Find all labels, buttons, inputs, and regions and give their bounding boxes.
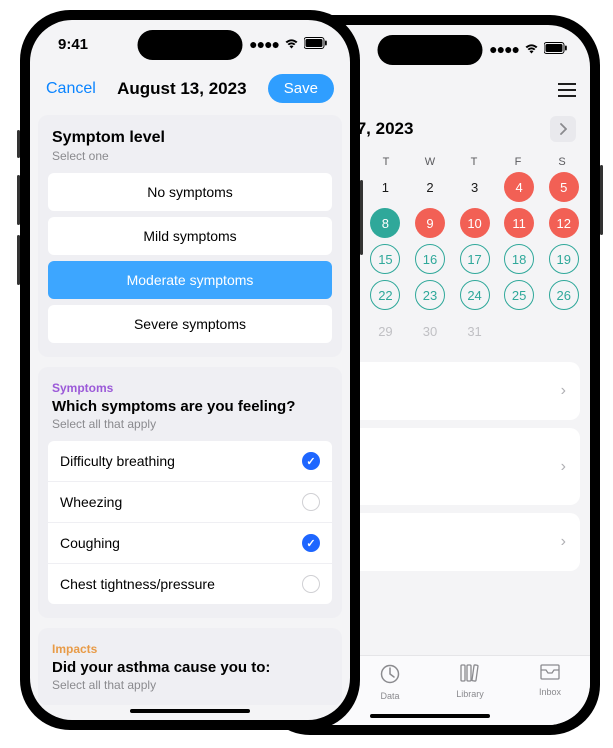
chevron-right-icon: › <box>561 458 566 476</box>
checkbox-icon <box>302 575 320 593</box>
calendar-day[interactable]: 12 <box>549 208 579 238</box>
calendar-day[interactable]: 24 <box>460 280 490 310</box>
save-button[interactable]: Save <box>268 74 334 103</box>
calendar-day[interactable]: 9 <box>415 208 445 238</box>
tab-label: Inbox <box>539 687 561 697</box>
card-title: Symptom level <box>48 129 332 147</box>
dow-label: S <box>540 156 584 168</box>
dow-label: T <box>364 156 408 168</box>
inbox-icon <box>540 664 560 685</box>
calendar-day[interactable]: 3 <box>460 172 490 202</box>
wifi-icon <box>524 41 539 58</box>
symptom-label: Wheezing <box>60 494 122 510</box>
symptom-level-option[interactable]: Mild symptoms <box>48 217 332 255</box>
calendar-day[interactable]: 23 <box>415 280 445 310</box>
header: Cancel August 13, 2023 Save <box>30 68 350 115</box>
calendar-day[interactable]: 25 <box>504 280 534 310</box>
symptom-level-option[interactable]: No symptoms <box>48 173 332 211</box>
status-time: 9:41 <box>58 36 88 53</box>
checkbox-icon <box>302 493 320 511</box>
dow-label: T <box>452 156 496 168</box>
symptom-level-option[interactable]: Severe symptoms <box>48 305 332 343</box>
notch <box>378 35 483 65</box>
calendar-day[interactable]: 17 <box>460 244 490 274</box>
symptom-label: Chest tightness/pressure <box>60 576 215 592</box>
section-label: Symptoms <box>48 381 332 395</box>
signal-icon: ●●●● <box>489 41 519 57</box>
calendar-day[interactable]: 26 <box>549 280 579 310</box>
calendar-day[interactable]: 22 <box>370 280 400 310</box>
section-label: Impacts <box>48 642 332 656</box>
menu-icon[interactable] <box>558 81 576 102</box>
library-icon <box>460 664 480 687</box>
chevron-right-icon: › <box>561 533 566 551</box>
home-indicator <box>130 709 250 713</box>
calendar-day[interactable]: 19 <box>549 244 579 274</box>
phone-front: 9:41 ●●●● Cancel August 13, 2023 Save Sy… <box>20 10 360 730</box>
cancel-button[interactable]: Cancel <box>46 80 96 98</box>
tab-label: Data <box>380 691 399 701</box>
calendar-day[interactable]: 18 <box>504 244 534 274</box>
question: Did your asthma cause you to: <box>48 659 332 676</box>
calendar-day[interactable]: 5 <box>549 172 579 202</box>
symptom-level-option[interactable]: Moderate symptoms <box>48 261 332 299</box>
dow-label: F <box>496 156 540 168</box>
next-month-button[interactable] <box>550 116 576 142</box>
dow-label: W <box>408 156 452 168</box>
symptom-label: Coughing <box>60 535 120 551</box>
calendar-day[interactable]: 29 <box>370 316 400 346</box>
calendar-day[interactable]: 31 <box>460 316 490 346</box>
symptom-checkbox-row[interactable]: Difficulty breathing <box>48 441 332 482</box>
symptoms-card: Symptoms Which symptoms are you feeling?… <box>38 367 342 618</box>
symptom-label: Difficulty breathing <box>60 453 175 469</box>
calendar-day[interactable]: 2 <box>415 172 445 202</box>
impacts-card: Impacts Did your asthma cause you to: Se… <box>38 628 342 705</box>
calendar-day[interactable]: 8 <box>370 208 400 238</box>
tab-label: Library <box>456 689 484 699</box>
battery-icon <box>544 41 568 58</box>
calendar-day[interactable]: 10 <box>460 208 490 238</box>
data-icon <box>380 664 400 689</box>
checkbox-icon <box>302 534 320 552</box>
card-subtitle: Select all that apply <box>48 678 332 692</box>
tab-inbox[interactable]: Inbox <box>510 664 590 725</box>
card-subtitle: Select all that apply <box>48 417 332 431</box>
notch <box>138 30 243 60</box>
symptom-level-card: Symptom level Select one No symptoms Mild… <box>38 115 342 357</box>
calendar-day[interactable]: 1 <box>370 172 400 202</box>
chevron-right-icon: › <box>561 382 566 400</box>
signal-icon: ●●●● <box>249 36 279 52</box>
battery-icon <box>304 36 328 53</box>
calendar-day[interactable]: 11 <box>504 208 534 238</box>
calendar-day[interactable]: 16 <box>415 244 445 274</box>
calendar-day[interactable]: 4 <box>504 172 534 202</box>
symptom-checkbox-row[interactable]: Wheezing <box>48 482 332 523</box>
calendar-day[interactable]: 30 <box>415 316 445 346</box>
home-indicator <box>370 714 490 718</box>
question: Which symptoms are you feeling? <box>48 398 332 415</box>
calendar-day[interactable]: 15 <box>370 244 400 274</box>
card-subtitle: Select one <box>48 149 332 163</box>
checkbox-icon <box>302 452 320 470</box>
symptom-checkbox-row[interactable]: Chest tightness/pressure <box>48 564 332 604</box>
wifi-icon <box>284 36 299 53</box>
symptom-checkbox-row[interactable]: Coughing <box>48 523 332 564</box>
page-title: August 13, 2023 <box>117 79 246 99</box>
